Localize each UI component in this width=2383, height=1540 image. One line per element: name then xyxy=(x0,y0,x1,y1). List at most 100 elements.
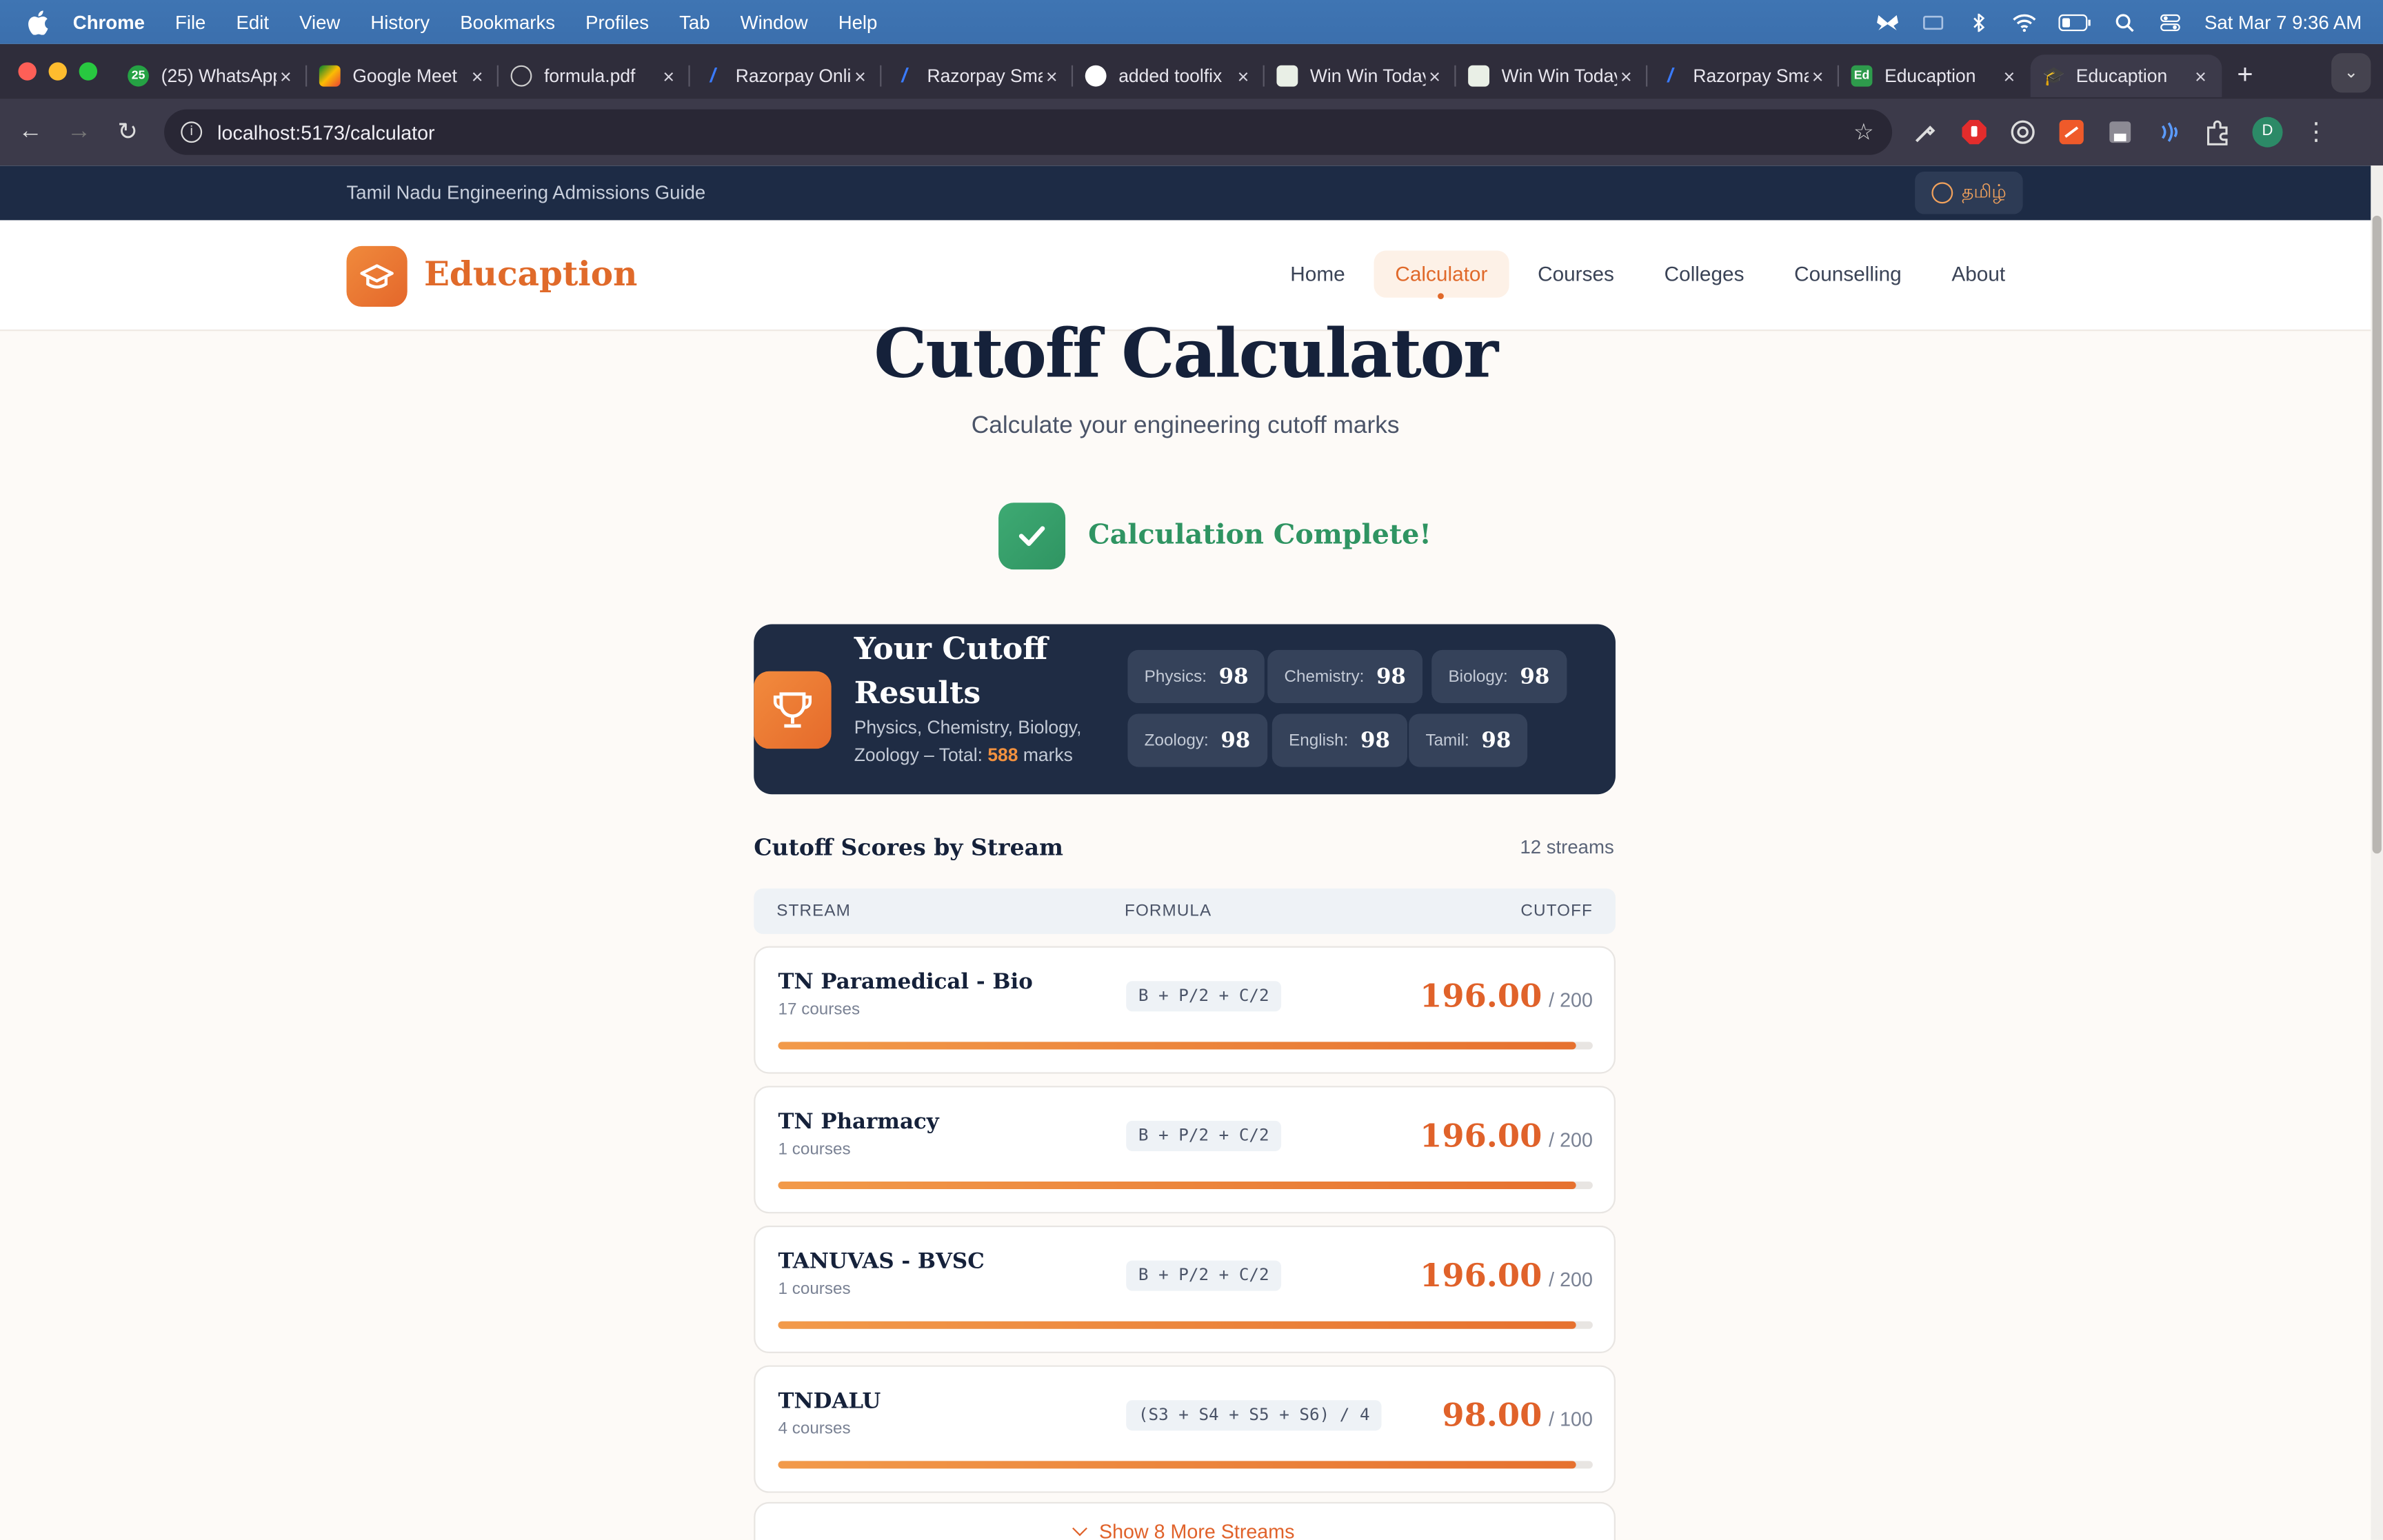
tab-win-win-2[interactable]: Win Win Today × xyxy=(1456,54,1648,97)
tab-close-icon[interactable]: × xyxy=(276,65,294,88)
tab-razorpay-3[interactable]: / Razorpay Smart× xyxy=(1647,54,1839,97)
tab-close-icon[interactable]: × xyxy=(1234,65,1252,88)
menu-help[interactable]: Help xyxy=(838,12,878,33)
extensions-area: D ⋮ xyxy=(1912,99,2329,165)
logo-graduation-cap-icon[interactable] xyxy=(346,245,408,307)
tab-close-icon[interactable]: × xyxy=(1617,65,1635,88)
adblock-extension-icon[interactable] xyxy=(1960,119,1988,146)
stream-row[interactable]: TN Paramedical - Bio 17 courses B + P/2 … xyxy=(754,946,1616,1074)
menu-app-name[interactable]: Chrome xyxy=(73,12,145,33)
stream-course-count: 1 courses xyxy=(778,1280,851,1299)
menu-profiles[interactable]: Profiles xyxy=(585,12,649,33)
stream-formula: B + P/2 + C/2 xyxy=(1126,981,1282,1012)
tab-educaption-1[interactable]: Ed Educaption × xyxy=(1839,54,2031,97)
tab-github[interactable]: added toolfix × xyxy=(1073,54,1265,97)
new-tab-plus-icon[interactable]: + xyxy=(2237,59,2253,90)
nav-colleges[interactable]: Colleges xyxy=(1643,251,1765,298)
chevron-down-icon xyxy=(1072,1521,1088,1537)
forward-arrow-icon[interactable]: → xyxy=(54,119,103,146)
menu-edit[interactable]: Edit xyxy=(236,12,268,33)
language-toggle-button[interactable]: தமிழ் xyxy=(1915,171,2023,214)
bluetooth-icon[interactable] xyxy=(1967,12,1991,32)
url-text[interactable]: localhost:5173/calculator xyxy=(217,121,434,143)
tab-whatsapp[interactable]: 25 (25) WhatsApp × xyxy=(116,54,308,97)
tab-formula-pdf[interactable]: formula.pdf × xyxy=(499,54,690,97)
tab-close-icon[interactable]: × xyxy=(2000,65,2018,88)
chrome-menu-kebab-icon[interactable]: ⋮ xyxy=(2304,117,2328,148)
globe-icon xyxy=(1931,182,1953,204)
menu-window[interactable]: Window xyxy=(741,12,808,33)
site-info-icon[interactable]: i xyxy=(181,121,203,143)
zoom-window-button[interactable] xyxy=(79,62,98,81)
google-meet-favicon-icon xyxy=(319,65,341,87)
wave-extension-icon[interactable] xyxy=(2155,119,2182,146)
win-win-favicon-icon xyxy=(1468,65,1490,87)
tab-close-icon[interactable]: × xyxy=(468,65,486,88)
target-extension-icon[interactable] xyxy=(2009,119,2037,146)
pdf-tool-extension-icon[interactable] xyxy=(2058,119,2085,146)
stream-formula: B + P/2 + C/2 xyxy=(1126,1120,1282,1151)
tab-close-icon[interactable]: × xyxy=(1043,65,1060,88)
subject-mark: 98 xyxy=(1376,664,1406,689)
battery-icon[interactable] xyxy=(2058,13,2091,31)
reload-icon[interactable]: ↻ xyxy=(103,117,152,148)
page-scrollbar[interactable] xyxy=(2371,165,2383,1540)
stream-cutoff: 196.00 / 200 xyxy=(1420,1116,1593,1154)
tab-close-icon[interactable]: × xyxy=(1809,65,1827,88)
bookmark-star-icon[interactable]: ☆ xyxy=(1853,119,1874,145)
tab-close-icon[interactable]: × xyxy=(660,65,678,88)
tab-title: (25) WhatsApp xyxy=(161,65,277,87)
nav-home[interactable]: Home xyxy=(1269,251,1366,298)
apple-menu-icon[interactable] xyxy=(28,10,49,34)
back-arrow-icon[interactable]: ← xyxy=(6,119,55,146)
tab-close-icon[interactable]: × xyxy=(851,65,869,88)
menubar-clock[interactable]: Sat Mar 7 9:36 AM xyxy=(2204,12,2362,33)
menu-bookmarks[interactable]: Bookmarks xyxy=(460,12,555,33)
nav-about[interactable]: About xyxy=(1931,251,2027,298)
scrollbar-thumb[interactable] xyxy=(2372,215,2382,854)
brand-name[interactable]: Educaption xyxy=(424,255,637,294)
puzzle-extensions-icon[interactable] xyxy=(2204,119,2231,146)
cutoff-value: 196.00 xyxy=(1420,1116,1542,1155)
stream-row[interactable]: TANUVAS - BVSC 1 courses B + P/2 + C/2 1… xyxy=(754,1225,1616,1353)
show-more-streams-button[interactable]: Show 8 More Streams xyxy=(754,1501,1616,1540)
menu-history[interactable]: History xyxy=(370,12,430,33)
close-window-button[interactable] xyxy=(18,62,37,81)
menu-view[interactable]: View xyxy=(299,12,340,33)
tab-search-chevron-icon[interactable]: ⌄ xyxy=(2331,53,2371,93)
subject-mark: 98 xyxy=(1218,664,1249,689)
control-center-icon[interactable] xyxy=(2159,13,2183,31)
save-extension-icon[interactable] xyxy=(2107,119,2134,146)
butterfly-icon[interactable] xyxy=(1876,13,1900,31)
tab-close-icon[interactable]: × xyxy=(1425,65,1443,88)
tab-razorpay-2[interactable]: / Razorpay Smart× xyxy=(881,54,1074,97)
tab-win-win-1[interactable]: Win Win Today × xyxy=(1265,54,1456,97)
minimize-window-button[interactable] xyxy=(48,62,67,81)
educaption-favicon-icon: Ed xyxy=(1851,65,1873,87)
menu-file[interactable]: File xyxy=(175,12,205,33)
stream-formula: (S3 + S4 + S5 + S6) / 4 xyxy=(1126,1400,1382,1431)
nav-calculator[interactable]: Calculator xyxy=(1374,250,1509,300)
nav-counselling[interactable]: Counselling xyxy=(1773,251,1922,298)
trophy-icon xyxy=(754,671,832,749)
results-title: Your Cutoff Results xyxy=(854,630,1048,711)
tab-razorpay-1[interactable]: / Razorpay Online× xyxy=(690,54,882,97)
subject-chip-tamil: Tamil: 98 xyxy=(1409,713,1528,767)
stream-row[interactable]: TNDALU 4 courses (S3 + S4 + S5 + S6) / 4… xyxy=(754,1365,1616,1493)
menu-tab[interactable]: Tab xyxy=(679,12,710,33)
spotlight-search-icon[interactable] xyxy=(2113,13,2138,32)
language-label: தமிழ் xyxy=(1962,181,2007,203)
tab-educaption-active[interactable]: 🎓 Educaption × xyxy=(2030,54,2222,97)
tab-title: Win Win Today xyxy=(1501,65,1618,87)
stream-row[interactable]: TN Pharmacy 1 courses B + P/2 + C/2 196.… xyxy=(754,1086,1616,1214)
eyedropper-extension-icon[interactable] xyxy=(1912,119,1940,146)
tab-close-icon[interactable]: × xyxy=(2191,65,2209,88)
screen-mirror-icon[interactable] xyxy=(1922,13,1946,31)
profile-avatar[interactable]: D xyxy=(2252,116,2283,148)
wifi-icon[interactable] xyxy=(2013,13,2037,32)
address-bar[interactable]: i localhost:5173/calculator ☆ xyxy=(164,109,1893,155)
subject-chip-biology: Biology: 98 xyxy=(1431,649,1567,704)
tab-google-meet[interactable]: Google Meet × xyxy=(307,54,499,97)
subject-name: Physics: xyxy=(1144,667,1207,686)
nav-courses[interactable]: Courses xyxy=(1516,251,1636,298)
